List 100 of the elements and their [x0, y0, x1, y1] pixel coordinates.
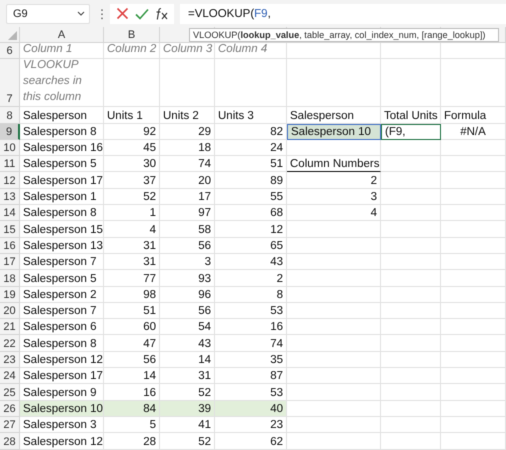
- column-header[interactable]: B: [104, 27, 160, 43]
- table-cell: Column 3: [160, 43, 215, 60]
- row-header[interactable]: 23: [0, 352, 20, 368]
- table-cell: 43: [160, 335, 215, 352]
- table-cell: 5: [104, 416, 160, 434]
- table-cell: Salesperson 8: [20, 205, 104, 222]
- table-cell: Salesperson: [287, 107, 381, 124]
- table-cell: 24: [215, 140, 287, 156]
- row-header[interactable]: 11: [0, 156, 20, 172]
- table-cell: 1: [104, 205, 160, 222]
- row-header[interactable]: 15: [0, 221, 20, 238]
- row-header[interactable]: 26: [0, 400, 20, 417]
- table-cell: Column 1: [20, 43, 104, 60]
- row-header[interactable]: 24: [0, 368, 20, 384]
- table-cell: 97: [160, 205, 215, 222]
- table-cell: Column Numbers: [287, 156, 381, 172]
- table-cell: 45: [104, 140, 160, 156]
- table-cell: 51: [104, 302, 160, 320]
- table-cell: Salesperson 16: [20, 140, 104, 156]
- table-cell: 14: [104, 368, 160, 384]
- table-cell: Salesperson 15: [20, 221, 104, 238]
- table-cell: 4: [104, 221, 160, 238]
- row-header[interactable]: 9: [0, 124, 20, 140]
- table-cell: 41: [160, 416, 215, 434]
- table-cell: 2: [287, 172, 381, 189]
- table-cell: 74: [215, 335, 287, 352]
- table-cell: 56: [104, 352, 160, 368]
- more-options-icon[interactable]: ⋮: [96, 6, 104, 20]
- table-cell: 40: [215, 400, 287, 417]
- table-cell: 8: [215, 286, 287, 303]
- table-cell: Salesperson 3: [20, 416, 104, 434]
- table-cell: 3: [287, 188, 381, 206]
- table-cell: 52: [160, 384, 215, 401]
- table-cell: 12: [215, 221, 287, 238]
- row-header[interactable]: 18: [0, 270, 20, 287]
- row-header[interactable]: 7: [0, 59, 20, 108]
- table-cell: 47: [104, 335, 160, 352]
- table-cell: 74: [160, 156, 215, 172]
- table-cell: 53: [215, 302, 287, 320]
- table-cell: Salesperson 10: [20, 400, 104, 417]
- row-header[interactable]: 6: [0, 43, 20, 60]
- table-cell: Salesperson 10: [287, 124, 381, 140]
- table-cell: 31: [104, 238, 160, 254]
- table-cell: Formula: [441, 107, 506, 124]
- table-cell: 16: [104, 384, 160, 401]
- table-cell: Salesperson 7: [20, 302, 104, 320]
- table-cell: Salesperson 2: [20, 286, 104, 303]
- row-header[interactable]: 8: [0, 107, 20, 124]
- table-cell: Units 1: [104, 107, 160, 124]
- table-cell: 62: [215, 433, 287, 450]
- table-cell: Salesperson 5: [20, 156, 104, 172]
- table-cell: 55: [215, 188, 287, 206]
- row-header[interactable]: 25: [0, 384, 20, 401]
- row-header[interactable]: 10: [0, 140, 20, 156]
- table-cell: 30: [104, 156, 160, 172]
- name-box[interactable]: G9: [6, 4, 90, 24]
- table-cell: 56: [160, 302, 215, 320]
- table-cell: Salesperson 12: [20, 433, 104, 450]
- table-cell: 39: [160, 400, 215, 417]
- table-cell: 68: [215, 205, 287, 222]
- dropdown-caret-icon: [77, 11, 85, 16]
- table-cell: 4: [287, 205, 381, 222]
- row-header[interactable]: 20: [0, 302, 20, 320]
- table-cell: 82: [215, 124, 287, 140]
- table-cell: 18: [160, 140, 215, 156]
- row-header[interactable]: 19: [0, 286, 20, 303]
- table-cell: 52: [160, 433, 215, 450]
- function-tooltip: VLOOKUP(lookup_value, table_array, col_index_num, [range_lookup]): [189, 28, 499, 42]
- table-cell: Column 2: [104, 43, 160, 60]
- table-cell: 89: [215, 172, 287, 189]
- table-cell: Salesperson 9: [20, 384, 104, 401]
- table-cell: 60: [104, 319, 160, 336]
- table-cell: 23: [215, 416, 287, 434]
- row-header[interactable]: 14: [0, 205, 20, 222]
- table-cell: 2: [215, 270, 287, 287]
- row-header[interactable]: 22: [0, 335, 20, 352]
- column-header[interactable]: A: [20, 27, 104, 43]
- row-header[interactable]: 21: [0, 319, 20, 336]
- table-cell: Salesperson 8: [20, 335, 104, 352]
- formula-input[interactable]: =VLOOKUP(F9,: [180, 4, 506, 24]
- table-cell: Salesperson 7: [20, 254, 104, 270]
- table-cell: 29: [160, 124, 215, 140]
- table-cell: 3: [160, 254, 215, 270]
- table-cell: #N/A: [441, 124, 506, 140]
- table-cell: 37: [104, 172, 160, 189]
- table-cell: Salesperson 17: [20, 172, 104, 189]
- table-cell: 52: [104, 188, 160, 206]
- table-cell: Salesperson 8: [20, 124, 104, 140]
- row-header[interactable]: 13: [0, 188, 20, 206]
- table-cell: 14: [160, 352, 215, 368]
- row-header[interactable]: 27: [0, 416, 20, 434]
- table-cell: 20: [160, 172, 215, 189]
- table-cell: Salesperson 6: [20, 319, 104, 336]
- row-header[interactable]: 28: [0, 433, 20, 450]
- table-cell: Salesperson 13: [20, 238, 104, 254]
- row-header[interactable]: 16: [0, 238, 20, 254]
- row-header[interactable]: 17: [0, 254, 20, 270]
- table-cell: 84: [104, 400, 160, 417]
- row-header[interactable]: 12: [0, 172, 20, 189]
- table-cell: 35: [215, 352, 287, 368]
